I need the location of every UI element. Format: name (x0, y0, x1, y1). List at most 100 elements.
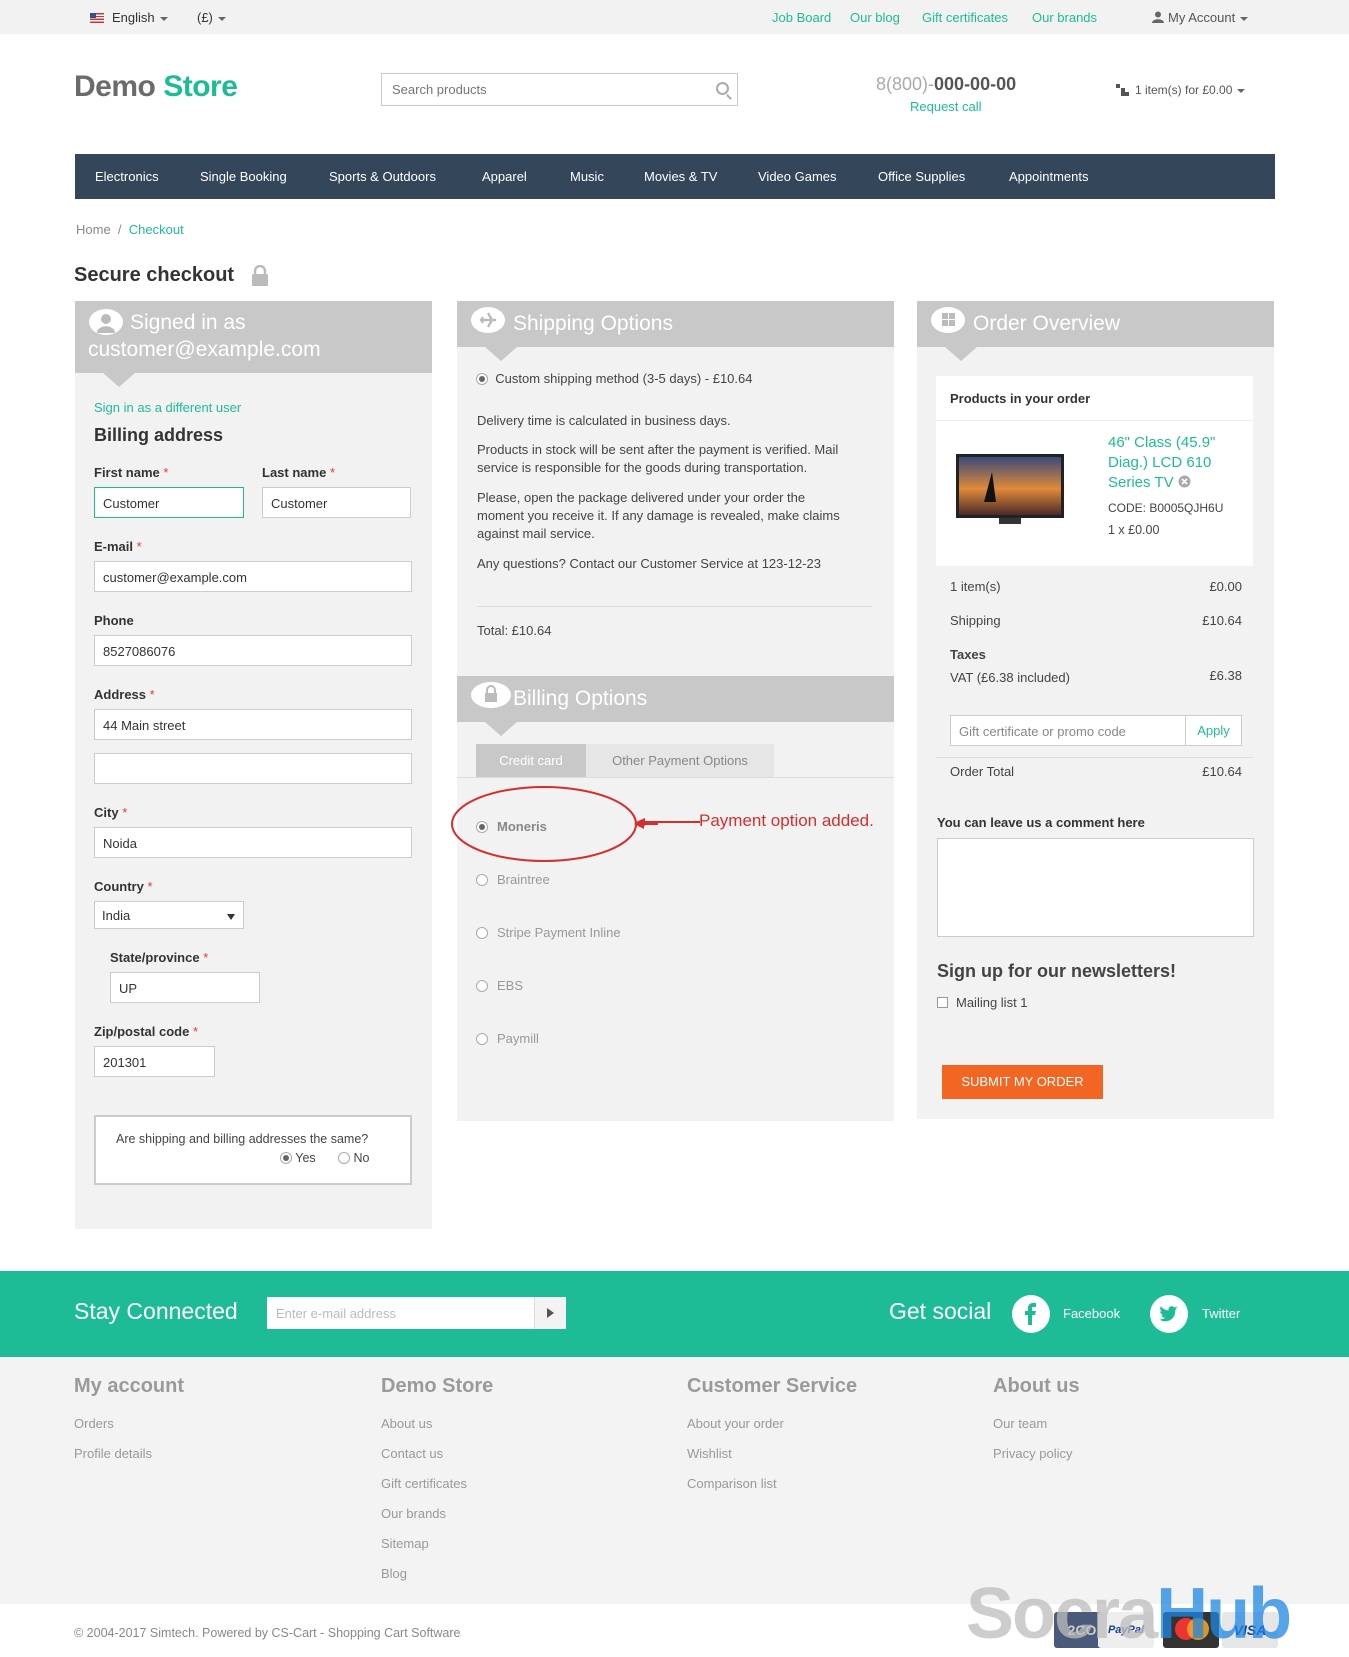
footer-link-contact-us[interactable]: Contact us (381, 1446, 443, 1461)
breadcrumb: Home / Checkout (76, 222, 184, 237)
required-star: * (203, 950, 209, 965)
footer-link-about-us[interactable]: About us (381, 1416, 432, 1431)
braintree-label: Braintree (497, 872, 550, 887)
same-address-no[interactable]: No (338, 1151, 369, 1165)
country-select[interactable]: India (94, 901, 244, 929)
shipping-method-radio[interactable] (476, 373, 488, 385)
footer-link-about-your-order[interactable]: About your order (687, 1416, 784, 1431)
shipping-method-option[interactable]: Custom shipping method (3-5 days) - £10.… (476, 370, 752, 388)
phone-main: 000-00-00 (934, 74, 1017, 94)
grid-icon (931, 307, 965, 333)
remove-icon[interactable] (1178, 475, 1191, 488)
zip-label: Zip/postal code * (94, 1024, 198, 1039)
shipping-options-title: Shipping Options (513, 312, 673, 335)
link-job-board[interactable]: Job Board (772, 10, 831, 25)
first-name-field[interactable]: Customer (94, 487, 244, 518)
link-our-brands[interactable]: Our brands (1032, 10, 1097, 25)
caret-down-icon (217, 16, 226, 21)
tab-credit-card[interactable]: Credit card (476, 744, 586, 777)
footer-link-orders[interactable]: Orders (74, 1416, 114, 1431)
payment-option-ebs[interactable]: EBS (476, 978, 523, 993)
nav-appointments[interactable]: Appointments (1009, 169, 1089, 184)
footer-link-our-team[interactable]: Our team (993, 1416, 1047, 1431)
yes-label: Yes (295, 1151, 316, 1165)
annotation-ellipse (451, 786, 658, 862)
items-label: 1 item(s) (950, 579, 1001, 594)
top-bar: English (£) Job Board Our blog Gift cert… (0, 0, 1349, 34)
mailing-list-option[interactable]: Mailing list 1 (937, 995, 1028, 1010)
nav-movies-tv[interactable]: Movies & TV (644, 169, 717, 184)
shipping-info-4: Any questions? Contact our Customer Serv… (477, 556, 821, 571)
footer-link-blog[interactable]: Blog (381, 1566, 407, 1581)
payment-option-paymill[interactable]: Paymill (476, 1031, 539, 1046)
my-account-menu[interactable]: My Account (1152, 10, 1249, 25)
country-value: India (102, 908, 131, 923)
twitter-link[interactable]: Twitter (1202, 1306, 1240, 1321)
cart-summary[interactable]: 1 item(s) for £0.00 (1116, 83, 1246, 97)
first-name-label-text: First name (94, 465, 160, 480)
link-our-blog[interactable]: Our blog (850, 10, 900, 25)
zip-field[interactable]: 201301 (94, 1046, 215, 1077)
footer-link-privacy-policy[interactable]: Privacy policy (993, 1446, 1072, 1461)
annotation-text: Payment option added. (699, 811, 874, 830)
payment-option-stripe[interactable]: Stripe Payment Inline (476, 925, 621, 940)
product-thumbnail-tv[interactable] (954, 452, 1066, 528)
nav-music[interactable]: Music (570, 169, 604, 184)
currency-selector[interactable]: (£) (197, 10, 226, 25)
caret-down-icon (1237, 88, 1246, 93)
radio-no[interactable] (338, 1152, 350, 1164)
footer-link-our-brands[interactable]: Our brands (381, 1506, 446, 1521)
payment-option-braintree[interactable]: Braintree (476, 872, 550, 887)
radio-stripe[interactable] (476, 927, 488, 939)
country-label-text: Country (94, 879, 144, 894)
address-field[interactable]: 44 Main street (94, 709, 412, 740)
facebook-icon[interactable] (1012, 1295, 1050, 1333)
search-input[interactable] (382, 74, 682, 105)
request-call-link[interactable]: Request call (910, 99, 982, 114)
sign-in-different-user-link[interactable]: Sign in as a different user (94, 400, 241, 415)
tab-other-payment-options[interactable]: Other Payment Options (586, 744, 774, 777)
apply-button[interactable]: Apply (1186, 715, 1242, 746)
city-field[interactable]: Noida (94, 827, 412, 858)
phone-field[interactable]: 8527086076 (94, 635, 412, 666)
address-line2-field[interactable] (94, 753, 412, 784)
footer-link-wishlist[interactable]: Wishlist (687, 1446, 732, 1461)
nav-office-supplies[interactable]: Office Supplies (878, 169, 965, 184)
footer-link-comparison-list[interactable]: Comparison list (687, 1476, 777, 1491)
facebook-link[interactable]: Facebook (1063, 1306, 1120, 1321)
radio-braintree[interactable] (476, 874, 488, 886)
comment-label: You can leave us a comment here (937, 815, 1145, 830)
same-address-yes[interactable]: Yes (280, 1151, 316, 1165)
email-field[interactable]: customer@example.com (94, 561, 412, 592)
nav-video-games[interactable]: Video Games (758, 169, 837, 184)
nav-single-booking[interactable]: Single Booking (200, 169, 287, 184)
breadcrumb-current[interactable]: Checkout (129, 222, 184, 237)
nav-electronics[interactable]: Electronics (95, 169, 159, 184)
last-name-field[interactable]: Customer (262, 487, 411, 518)
footer-link-profile-details[interactable]: Profile details (74, 1446, 152, 1461)
subscribe-button[interactable] (534, 1297, 566, 1329)
promo-code-input[interactable]: Gift certificate or promo code (950, 715, 1186, 746)
breadcrumb-home[interactable]: Home (76, 222, 111, 237)
radio-paymill[interactable] (476, 1033, 488, 1045)
required-star: * (149, 687, 155, 702)
nav-apparel[interactable]: Apparel (482, 169, 527, 184)
twitter-icon[interactable] (1150, 1295, 1188, 1333)
footer-link-gift-certificates[interactable]: Gift certificates (381, 1476, 467, 1491)
radio-yes[interactable] (280, 1152, 292, 1164)
footer-my-account-title: My account (74, 1375, 185, 1397)
store-logo[interactable]: Demo Store (74, 70, 238, 104)
comment-textarea[interactable] (937, 838, 1254, 937)
radio-ebs[interactable] (476, 980, 488, 992)
language-selector[interactable]: English (90, 10, 168, 25)
footer-link-sitemap[interactable]: Sitemap (381, 1536, 429, 1551)
mailing-list-checkbox[interactable] (937, 997, 948, 1008)
search-icon[interactable] (716, 82, 729, 95)
newsletter-email-input[interactable]: Enter e-mail address (267, 1297, 566, 1329)
submit-order-button[interactable]: SUBMIT MY ORDER (942, 1065, 1103, 1099)
state-field[interactable]: UP (110, 972, 260, 1003)
nav-sports-outdoors[interactable]: Sports & Outdoors (329, 169, 436, 184)
link-gift-certificates[interactable]: Gift certificates (922, 10, 1008, 25)
product-name-link[interactable]: 46" Class (45.9" Diag.) LCD 610 Series T… (1108, 433, 1233, 493)
city-label: City * (94, 805, 127, 820)
